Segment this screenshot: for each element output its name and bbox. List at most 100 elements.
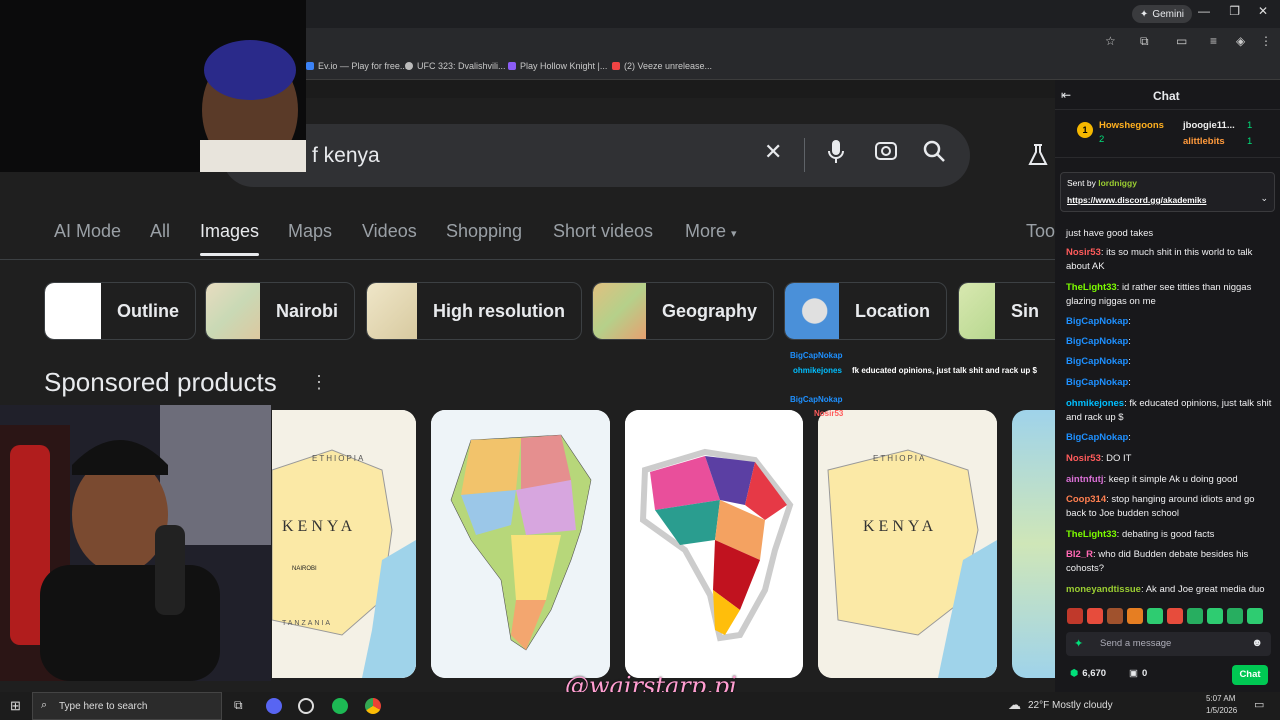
labs-flask-icon[interactable]: [1026, 143, 1050, 173]
product-card[interactable]: ETHIOPIA KENYA: [818, 410, 997, 678]
clear-search-icon[interactable]: ✕: [764, 139, 782, 165]
gift-count-value: 0: [1141, 668, 1148, 679]
africa-sticker-map-image: [625, 410, 803, 678]
chat-username[interactable]: moneyandtissue: [1066, 584, 1141, 595]
sent-by-label: Sent by: [1067, 178, 1096, 188]
tab-short-videos[interactable]: Short videos: [553, 221, 653, 242]
chat-username[interactable]: Nosir53: [1066, 247, 1101, 258]
search-icon[interactable]: [922, 139, 946, 169]
emote-icon[interactable]: [1107, 608, 1123, 624]
microphone-icon[interactable]: [826, 139, 846, 171]
chat-send-button[interactable]: Chat: [1232, 665, 1268, 685]
product-card[interactable]: [431, 410, 610, 678]
gemini-button[interactable]: ✦ Gemini: [1131, 5, 1192, 23]
extensions-icon[interactable]: ⧉: [1140, 34, 1149, 49]
filter-chip-simple[interactable]: Sin: [958, 282, 1055, 340]
chip-label: Sin: [1010, 300, 1039, 321]
tab-all[interactable]: All: [150, 221, 170, 242]
chip-label: Outline: [117, 300, 179, 321]
product-card[interactable]: ETHIOPIA KENYA NAIROBI TANZANIA: [272, 410, 416, 678]
bookmark-favicon-icon: [405, 62, 413, 70]
obs-icon[interactable]: [298, 698, 314, 714]
bookmark-item[interactable]: Play Hollow Knight |...: [508, 61, 607, 71]
media-icon[interactable]: ≡: [1210, 34, 1217, 48]
bookmark-star-icon[interactable]: ☆: [1105, 34, 1116, 48]
chat-username[interactable]: TheLight33: [1066, 529, 1117, 540]
stream-chat-panel: ⇤ Chat 1 Howshegoons 2 jboogie11... 1 al…: [1055, 80, 1280, 692]
map-label: KENYA: [282, 518, 357, 535]
product-card[interactable]: [1012, 410, 1055, 678]
tab-tools[interactable]: Too: [1026, 221, 1055, 242]
discord-icon[interactable]: [266, 698, 282, 714]
chat-username[interactable]: Nosir53: [1066, 453, 1101, 464]
bookmark-item[interactable]: (2) Veeze unrelease...: [612, 61, 712, 71]
pinned-link[interactable]: https://www.discord.gg/akademiks: [1067, 195, 1207, 205]
cast-icon[interactable]: ▭: [1176, 34, 1187, 48]
chat-username[interactable]: BigCapNokap: [1066, 377, 1128, 388]
emote-icon[interactable]: [1147, 608, 1163, 624]
chat-username[interactable]: BigCapNokap: [1066, 432, 1128, 443]
chat-input[interactable]: ✦ Send a message ☻: [1066, 632, 1271, 656]
filter-chip-nairobi[interactable]: Nairobi: [205, 282, 355, 340]
chat-username[interactable]: BigCapNokap: [1066, 336, 1128, 347]
task-view-icon[interactable]: ⧉: [234, 698, 243, 713]
chat-username[interactable]: ohmikejones: [1066, 398, 1124, 409]
chat-badge-icon: ✦: [1074, 638, 1084, 650]
maximize-icon[interactable]: ❐: [1229, 4, 1240, 18]
top-gifter-name[interactable]: jboogie11...: [1183, 120, 1235, 131]
profile-icon[interactable]: ◈: [1236, 34, 1245, 48]
filter-chip-outline[interactable]: Outline: [44, 282, 196, 340]
emote-icon[interactable]: [1227, 608, 1243, 624]
emote-icon[interactable]: [1087, 608, 1103, 624]
emote-picker-icon[interactable]: ☻: [1251, 637, 1263, 649]
map-label: KENYA: [863, 518, 938, 535]
chat-username[interactable]: BigCapNokap: [1066, 356, 1128, 367]
emote-icon[interactable]: [1067, 608, 1083, 624]
chrome-icon[interactable]: [365, 698, 381, 714]
gift-counter[interactable]: ▣ 0: [1129, 668, 1147, 679]
map-label: TANZANIA: [282, 620, 333, 627]
emote-icon[interactable]: [1187, 608, 1203, 624]
minimize-icon[interactable]: —: [1198, 4, 1210, 18]
lens-camera-icon[interactable]: [874, 139, 898, 169]
notification-icon[interactable]: ▭: [1254, 698, 1264, 711]
tab-images[interactable]: Images: [200, 221, 259, 242]
emote-icon[interactable]: [1207, 608, 1223, 624]
chat-message: Nosir53: its so much shit in this world …: [1066, 246, 1276, 274]
filter-chip-location[interactable]: Location: [784, 282, 947, 340]
top-gifter-name[interactable]: alittlebits: [1183, 136, 1225, 147]
product-card[interactable]: [625, 410, 803, 678]
tab-videos[interactable]: Videos: [362, 221, 417, 242]
top-gifter-name[interactable]: Howshegoons: [1099, 120, 1164, 131]
chat-username[interactable]: BI2_R: [1066, 549, 1093, 560]
channel-points[interactable]: ⬢ 6,670: [1070, 668, 1106, 679]
chat-username[interactable]: Coop314: [1066, 494, 1106, 505]
close-window-icon[interactable]: ✕: [1258, 4, 1268, 18]
filter-chip-high-resolution[interactable]: High resolution: [366, 282, 582, 340]
bookmark-item[interactable]: Ev.io — Play for free...: [306, 61, 407, 71]
emote-icon[interactable]: [1167, 608, 1183, 624]
more-options-icon[interactable]: ⋮: [310, 372, 328, 393]
search-input[interactable]: f kenya: [312, 144, 380, 168]
bookmark-item[interactable]: UFC 323: Dvalishvili...: [405, 61, 506, 71]
chip-thumbnail: [959, 283, 995, 339]
chat-username[interactable]: BigCapNokap: [1066, 316, 1128, 327]
search-box[interactable]: f kenya ✕: [222, 124, 970, 187]
tab-maps[interactable]: Maps: [288, 221, 332, 242]
expand-pinned-icon[interactable]: ⌄: [1260, 193, 1268, 204]
chat-username[interactable]: TheLight33: [1066, 282, 1117, 293]
tab-ai-mode[interactable]: AI Mode: [54, 221, 121, 242]
emote-icon[interactable]: [1127, 608, 1143, 624]
tab-shopping[interactable]: Shopping: [446, 221, 522, 242]
tab-more[interactable]: More ▾: [685, 221, 737, 242]
windows-start-icon[interactable]: ⊞: [10, 698, 21, 714]
filter-chip-geography[interactable]: Geography: [592, 282, 774, 340]
chat-username[interactable]: aintnfutj: [1066, 474, 1103, 485]
top-gifters-bar: 1 Howshegoons 2 jboogie11... 1 alittlebi…: [1055, 110, 1280, 158]
collapse-chat-icon[interactable]: ⇤: [1061, 88, 1071, 102]
pinned-message[interactable]: Sent by lordniggy https://www.discord.gg…: [1060, 172, 1275, 212]
taskbar-search[interactable]: ⌕ Type here to search: [32, 692, 222, 720]
emote-icon[interactable]: [1247, 608, 1263, 624]
spotify-icon[interactable]: [332, 698, 348, 714]
menu-dots-icon[interactable]: ⋮: [1260, 34, 1272, 48]
